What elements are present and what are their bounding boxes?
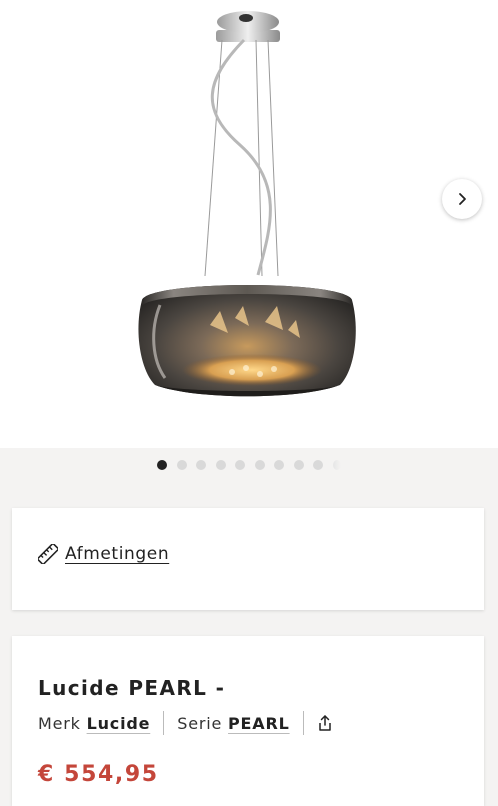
divider	[302, 711, 304, 735]
product-title: Lucide PEARL -	[38, 676, 226, 700]
ruler-icon	[38, 544, 58, 564]
chevron-right-icon	[459, 193, 466, 205]
pagination-dot[interactable]	[235, 460, 246, 470]
share-icon	[318, 715, 331, 731]
pagination-dot[interactable]	[274, 460, 285, 470]
pagination-dot[interactable]	[196, 460, 207, 470]
pagination-dot[interactable]	[293, 460, 304, 470]
pagination-dot[interactable]	[332, 460, 341, 470]
pagination-dot[interactable]	[157, 460, 168, 470]
brand-prefix: Merk	[38, 713, 81, 733]
series-link[interactable]: PEARL	[228, 714, 290, 733]
pagination-dot[interactable]	[254, 460, 265, 470]
gallery-pagination	[0, 458, 498, 472]
series-prefix: Serie	[177, 713, 223, 733]
brand-link[interactable]: Lucide	[87, 714, 151, 733]
product-image-gallery[interactable]	[0, 0, 498, 448]
next-image-button[interactable]	[442, 179, 482, 219]
pagination-dot[interactable]	[215, 460, 226, 470]
pagination-dot[interactable]	[313, 460, 324, 470]
product-image[interactable]	[0, 0, 498, 448]
dimensions-label: Afmetingen	[65, 544, 170, 564]
product-meta: Merk Lucide Serie PEARL	[38, 710, 333, 736]
product-info-card: Lucide PEARL - Merk Lucide Serie PEARL €…	[12, 636, 484, 806]
product-price: € 554,95	[38, 762, 159, 787]
dimensions-link[interactable]: Afmetingen	[38, 544, 169, 564]
pagination-dot[interactable]	[176, 460, 187, 470]
dimensions-card: Afmetingen	[12, 508, 484, 610]
share-button[interactable]	[317, 714, 333, 732]
divider	[163, 711, 165, 735]
